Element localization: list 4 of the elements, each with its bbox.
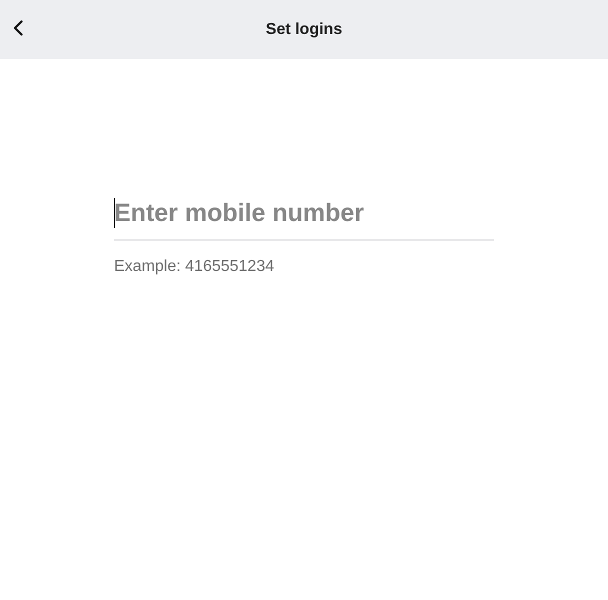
example-hint: Example: 4165551234 bbox=[114, 258, 274, 276]
page-title: Set logins bbox=[266, 20, 342, 38]
back-chevron-icon bbox=[13, 20, 23, 36]
mobile-number-field[interactable]: Enter mobile number bbox=[114, 195, 494, 241]
